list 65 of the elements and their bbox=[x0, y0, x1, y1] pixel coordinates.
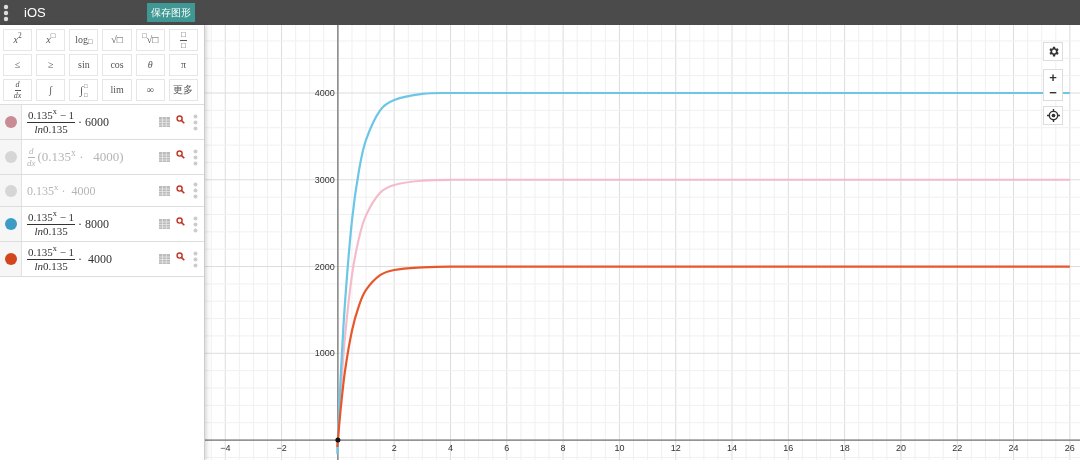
table-icon[interactable] bbox=[159, 117, 170, 127]
search-icon[interactable] bbox=[176, 115, 185, 124]
more-icon[interactable] bbox=[193, 250, 198, 268]
expression-row[interactable]: 0.135$^{x}$ − 1 ln0.135 · 4000 bbox=[0, 242, 204, 277]
keypad-key[interactable]: cos bbox=[102, 54, 132, 76]
x-tick-label: 4 bbox=[448, 443, 453, 454]
x-tick-label: 14 bbox=[727, 443, 738, 454]
y-tick-label: 1000 bbox=[314, 348, 335, 359]
keypad-key[interactable]: ∫ bbox=[36, 79, 66, 101]
more-icon[interactable] bbox=[193, 182, 198, 199]
keypad-key[interactable]: ≤ bbox=[3, 54, 33, 76]
y-tick-label: 2000 bbox=[314, 261, 335, 272]
table-icon[interactable] bbox=[159, 185, 170, 196]
menu-icon[interactable] bbox=[3, 3, 9, 22]
x-tick-label: −2 bbox=[276, 443, 287, 454]
keypad-key[interactable]: √□ bbox=[102, 29, 132, 51]
formula[interactable]: 0.135$^{x}$ − 1 ln0.135 · 4000 bbox=[22, 246, 159, 272]
keypad-key[interactable]: □ □ bbox=[168, 29, 198, 51]
keypad-key[interactable]: π bbox=[168, 54, 198, 76]
more-icon[interactable] bbox=[193, 148, 198, 166]
app-title: iOS bbox=[24, 3, 46, 22]
keypad-key[interactable]: 更多 bbox=[168, 79, 198, 101]
zoom-in-button[interactable]: + bbox=[1044, 70, 1062, 85]
x-tick-label: 24 bbox=[1008, 443, 1019, 454]
formula[interactable]: 0.135$^{x}$ − 1 ln0.135 · 8000 bbox=[22, 211, 159, 237]
x-tick-label: 16 bbox=[783, 443, 794, 454]
y-tick-label: 3000 bbox=[314, 174, 335, 185]
x-tick-label: 26 bbox=[1064, 443, 1075, 454]
settings-button[interactable] bbox=[1043, 42, 1063, 61]
y-tick-label: 4000 bbox=[314, 88, 335, 98]
search-icon[interactable] bbox=[176, 150, 185, 159]
more-icon[interactable] bbox=[193, 215, 198, 233]
search-icon[interactable] bbox=[176, 252, 185, 261]
x-tick-label: 10 bbox=[614, 443, 625, 454]
expression-row[interactable]: 0.135$^{x}$ − 1 ln0.135 · 8000 bbox=[0, 207, 204, 242]
keypad-key[interactable]: lim bbox=[102, 79, 132, 101]
x-tick-label: 6 bbox=[504, 443, 510, 454]
more-icon[interactable] bbox=[193, 113, 198, 131]
search-icon[interactable] bbox=[176, 185, 185, 194]
keypad-key[interactable]: x$^{□}$ bbox=[36, 29, 66, 51]
keypad-key[interactable]: θ bbox=[135, 54, 165, 76]
zoom-out-button[interactable]: − bbox=[1044, 85, 1062, 100]
keypad-key[interactable]: x$^{2}$ bbox=[3, 29, 33, 51]
table-icon[interactable] bbox=[159, 254, 170, 264]
expression-row[interactable]: 0.135$^{x}$ − 1 ln0.135 · 6000 bbox=[0, 105, 204, 140]
x-tick-label: 8 bbox=[560, 443, 566, 454]
table-icon[interactable] bbox=[159, 219, 170, 229]
origin-point bbox=[335, 437, 341, 443]
x-tick-label: −4 bbox=[220, 443, 231, 454]
table-icon[interactable] bbox=[159, 152, 170, 162]
search-icon[interactable] bbox=[176, 217, 185, 226]
x-tick-label: 2 bbox=[391, 443, 397, 454]
center-button[interactable] bbox=[1043, 106, 1063, 125]
x-tick-label: 18 bbox=[839, 443, 850, 454]
keypad-key[interactable]: $^{□}$√□ bbox=[135, 29, 165, 51]
keypad-key[interactable]: log$_{□}$ bbox=[69, 29, 99, 51]
keypad-key[interactable]: ∞ bbox=[135, 79, 165, 101]
x-tick-label: 22 bbox=[952, 443, 963, 454]
x-tick-label: 20 bbox=[895, 443, 906, 454]
formula[interactable]: 0.135$^{x}$ − 1 ln0.135 · 6000 bbox=[22, 109, 159, 135]
x-tick-label: 12 bbox=[670, 443, 681, 454]
crosshair-icon bbox=[1046, 109, 1060, 122]
keypad-key[interactable]: d dx bbox=[3, 79, 33, 101]
keypad-key[interactable]: sin bbox=[69, 54, 99, 76]
keypad-key[interactable]: ≥ bbox=[36, 54, 66, 76]
